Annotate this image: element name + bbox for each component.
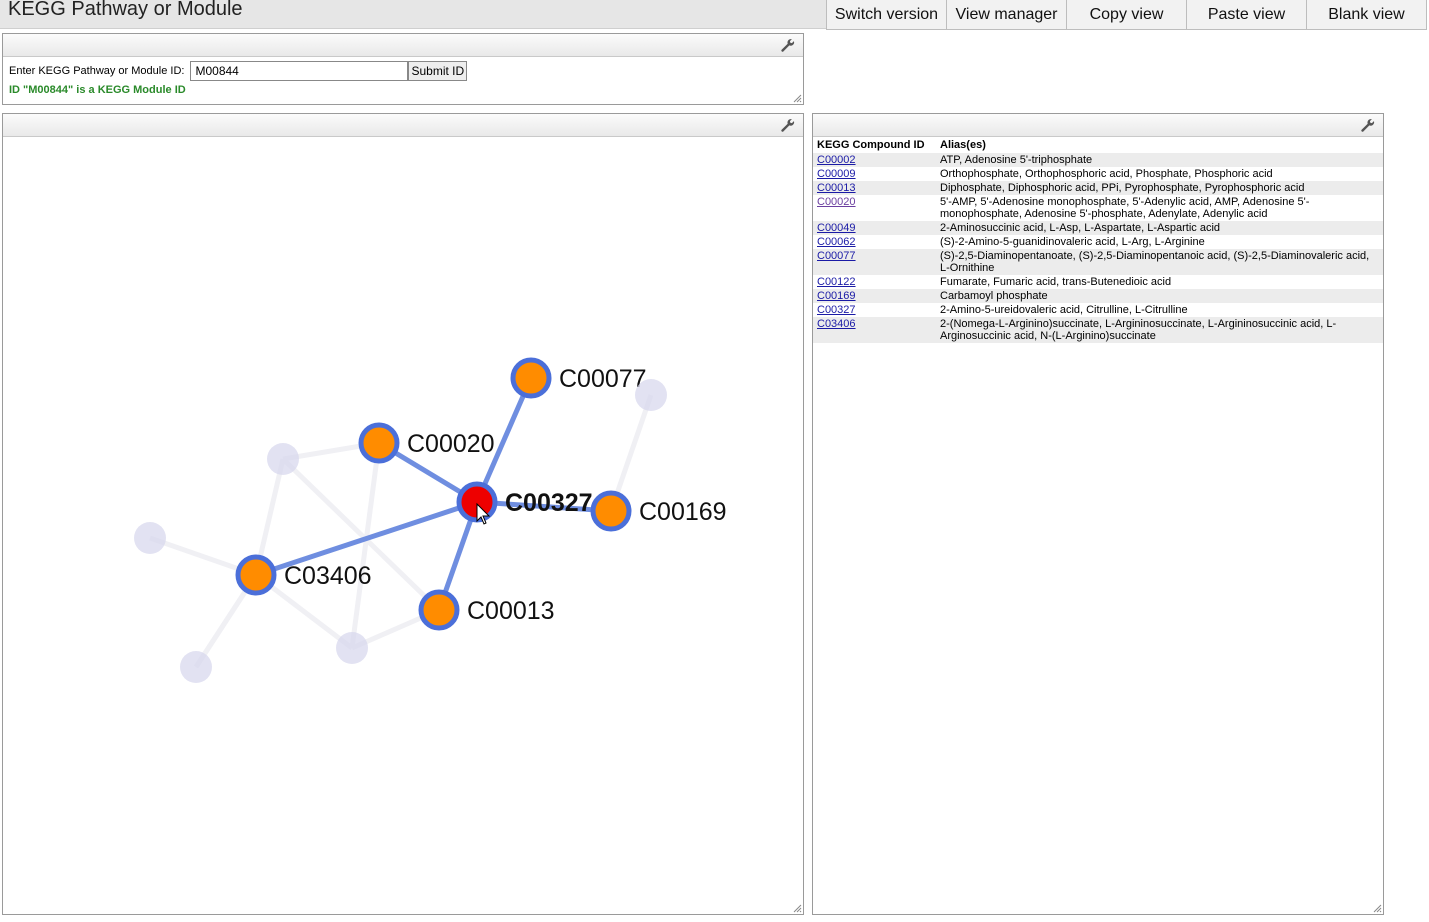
compound-id-cell: C00013 (813, 181, 936, 195)
compound-id-cell: C00327 (813, 303, 936, 317)
view-manager-button[interactable]: View manager (946, 0, 1067, 30)
graph-panel-header (3, 114, 803, 137)
compound-alias-cell: ATP, Adenosine 5'-triphosphate (936, 153, 1383, 167)
compound-id-cell: C00002 (813, 153, 936, 167)
compound-id-link[interactable]: C00020 (817, 196, 856, 208)
graph-node-C00020[interactable] (358, 422, 400, 464)
id-panel-header (3, 34, 803, 57)
compound-alias-cell: (S)-2,5-Diaminopentanoate, (S)-2,5-Diami… (936, 249, 1383, 275)
table-row: C00002 ATP, Adenosine 5'-triphosphate (813, 153, 1383, 167)
compound-id-cell: C03406 (813, 317, 936, 343)
compound-id-link[interactable]: C00122 (817, 276, 856, 288)
compound-alias-cell: (S)-2-Amino-5-guanidinovaleric acid, L-A… (940, 236, 1205, 248)
compound-id-link[interactable]: C00002 (817, 154, 856, 166)
compound-alias-cell: Fumarate, Fumaric acid, trans-Butenedioi… (940, 276, 1172, 288)
id-entry-panel: Enter KEGG Pathway or Module ID: Submit … (2, 33, 804, 105)
resize-handle-icon[interactable] (793, 94, 802, 103)
graph-node-C00013[interactable] (418, 589, 460, 631)
toolbar: Switch version View manager Copy view Pa… (826, 0, 1427, 30)
graph-node-label: C03406 (284, 562, 372, 590)
compound-id-link[interactable]: C00049 (817, 222, 856, 234)
switch-version-button[interactable]: Switch version (826, 0, 947, 30)
table-panel-header (813, 114, 1383, 137)
compound-alias-cell: Carbamoyl phosphate (936, 289, 1383, 303)
wrench-icon[interactable] (780, 38, 795, 53)
table-row: C03406 2-(Nomega-L-Arginino)succinate, L-… (813, 317, 1383, 343)
module-id-input[interactable] (190, 61, 409, 81)
compound-id-cell: C00122 (813, 275, 936, 289)
table-row: C00009 Orthophosphate, Orthophosphoric ac… (813, 167, 1383, 181)
compound-alias-cell: Diphosphate, Diphosphoric acid, PPi, Pyr… (936, 181, 1383, 195)
network-graph-panel: C00327 C00077 C00020 C00169 C03406 C00013 (2, 113, 804, 915)
compound-id-cell: C00077 (813, 249, 936, 275)
table-row: C00020 5'-AMP, 5'-Adenosine monophosphate… (813, 195, 1383, 221)
id-label: Enter KEGG Pathway or Module ID: (9, 65, 185, 77)
table-row: C00122 Fumarate, Fumaric acid, trans-Bute… (813, 275, 1383, 289)
compound-id-link[interactable]: C00062 (817, 236, 856, 248)
title-bar: KEGG Pathway or Module (0, 0, 826, 29)
compound-id-link[interactable]: C00013 (817, 182, 856, 194)
compound-id-cell: C00020 (813, 195, 936, 221)
column-header: Alias(es) (940, 139, 986, 151)
compound-id-link[interactable]: C00169 (817, 290, 856, 302)
compound-alias-cell: 5'-AMP, 5'-Adenosine monophosphate, 5'-A… (940, 196, 1310, 220)
wrench-icon[interactable] (780, 118, 795, 133)
graph-node-label: C00327 (505, 489, 593, 517)
network-graph[interactable]: C00327 C00077 C00020 C00169 C03406 C00013 (3, 138, 803, 914)
app-title: KEGG Pathway or Module (8, 0, 243, 20)
copy-view-button[interactable]: Copy view (1066, 0, 1187, 30)
graph-node-faded[interactable] (134, 522, 166, 554)
column-header: KEGG Compound ID (817, 139, 925, 151)
table-row: C00077 (S)-2,5-Diaminopentanoate, (S)-2,5… (813, 249, 1383, 275)
compound-table-panel: KEGG Compound ID Alias(es) C00002 ATP, Ad… (812, 113, 1384, 915)
compound-id-cell: C00169 (813, 289, 936, 303)
id-input-row: Enter KEGG Pathway or Module ID: Submit … (9, 61, 468, 81)
compound-id-cell: C00009 (813, 167, 936, 181)
graph-node-C00077[interactable] (510, 357, 552, 399)
paste-view-button[interactable]: Paste view (1186, 0, 1307, 30)
graph-node-label: C00077 (559, 365, 647, 393)
compound-id-cell: C00062 (813, 235, 936, 249)
compound-alias-cell: 2-(Nomega-L-Arginino)succinate, L-Argini… (936, 317, 1383, 343)
compound-id-link[interactable]: C00327 (817, 304, 856, 316)
id-status-message: ID "M00844" is a KEGG Module ID (9, 84, 186, 96)
table-row: C00013 Diphosphate, Diphosphoric acid, PP… (813, 181, 1383, 195)
graph-node-C00169[interactable] (590, 490, 632, 532)
table-row: C00327 2-Amino-5-ureidovaleric acid, Citr… (813, 303, 1383, 317)
compound-id-link[interactable]: C00077 (817, 250, 856, 262)
graph-node-faded[interactable] (635, 379, 667, 411)
submit-id-button[interactable]: Submit ID (408, 61, 468, 81)
resize-handle-icon[interactable] (1373, 904, 1382, 913)
graph-node-faded[interactable] (267, 443, 299, 475)
blank-view-button[interactable]: Blank view (1306, 0, 1427, 30)
compound-id-cell: C00049 (813, 221, 936, 235)
wrench-icon[interactable] (1360, 118, 1375, 133)
compound-alias-cell: 2-Aminosuccinic acid, L-Asp, L-Aspartate… (936, 221, 1383, 235)
compound-table: KEGG Compound ID Alias(es) C00002 ATP, Ad… (813, 137, 1383, 343)
compound-alias-cell: 2-Amino-5-ureidovaleric acid, Citrulline… (940, 304, 1188, 316)
graph-node-label: C00013 (467, 597, 555, 625)
graph-node-faded[interactable] (336, 632, 368, 664)
resize-handle-icon[interactable] (793, 904, 802, 913)
graph-node-faded[interactable] (180, 651, 212, 683)
graph-node-C03406[interactable] (235, 554, 277, 596)
compound-alias-cell: Orthophosphate, Orthophosphoric acid, Ph… (940, 168, 1273, 180)
compound-id-link[interactable]: C03406 (817, 318, 856, 330)
graph-node-label: C00020 (407, 430, 495, 458)
graph-node-label: C00169 (639, 498, 727, 526)
table-row: C00062 (S)-2-Amino-5-guanidinovaleric aci… (813, 235, 1383, 249)
table-row: C00169 Carbamoyl phosphate (813, 289, 1383, 303)
table-header-row: KEGG Compound ID Alias(es) (813, 137, 1383, 153)
table-row: C00049 2-Aminosuccinic acid, L-Asp, L-Asp… (813, 221, 1383, 235)
compound-id-link[interactable]: C00009 (817, 168, 856, 180)
